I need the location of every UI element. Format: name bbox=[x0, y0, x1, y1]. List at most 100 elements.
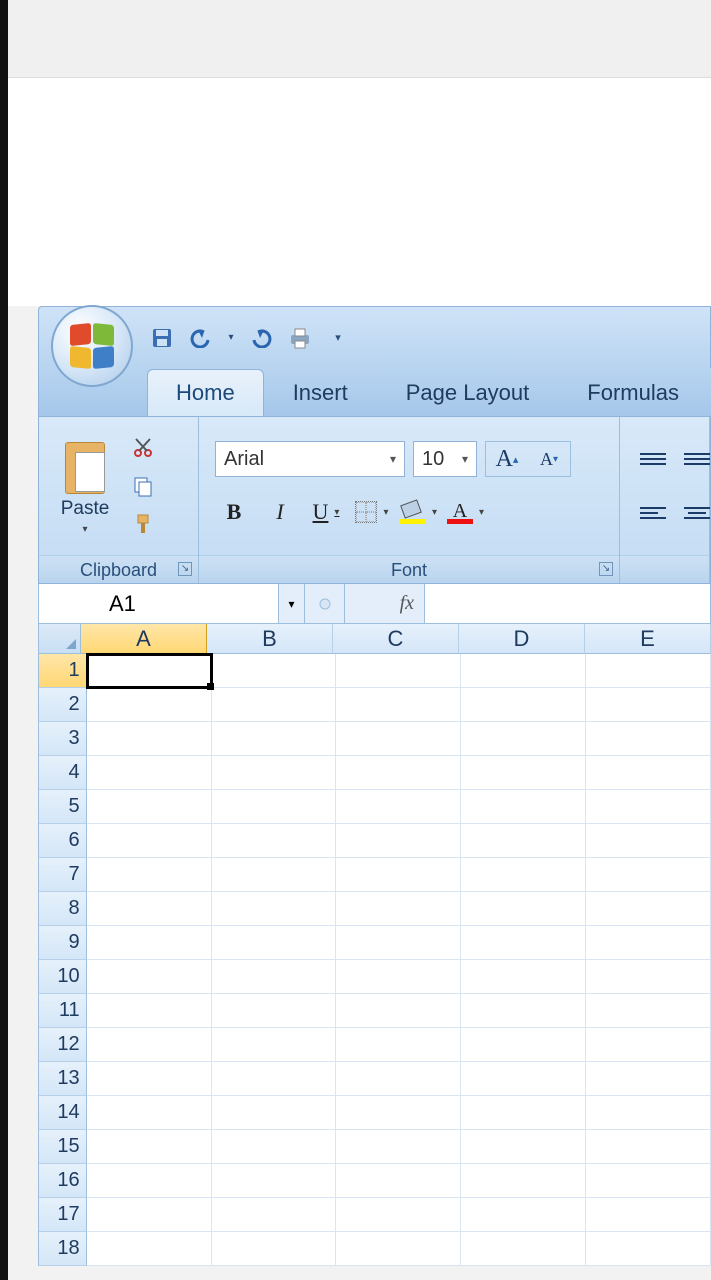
cell-A10[interactable] bbox=[87, 960, 212, 994]
redo-button[interactable] bbox=[249, 325, 275, 351]
cell-C7[interactable] bbox=[336, 858, 461, 892]
cell-B16[interactable] bbox=[212, 1164, 337, 1198]
cell-E5[interactable] bbox=[586, 790, 711, 824]
select-all-button[interactable] bbox=[39, 624, 81, 654]
cell-A3[interactable] bbox=[87, 722, 212, 756]
cell-A2[interactable] bbox=[87, 688, 212, 722]
row-header-9[interactable]: 9 bbox=[39, 926, 87, 960]
name-box[interactable]: A1 bbox=[39, 584, 279, 623]
cell-E18[interactable] bbox=[586, 1232, 711, 1266]
name-box-dropdown[interactable]: ▾ bbox=[279, 584, 305, 623]
cell-D11[interactable] bbox=[461, 994, 586, 1028]
cell-D10[interactable] bbox=[461, 960, 586, 994]
paste-button[interactable]: Paste ▾ bbox=[49, 438, 121, 535]
cell-A14[interactable] bbox=[87, 1096, 212, 1130]
fill-color-button[interactable] bbox=[399, 493, 438, 531]
cell-E11[interactable] bbox=[586, 994, 711, 1028]
cell-B15[interactable] bbox=[212, 1130, 337, 1164]
cell-C14[interactable] bbox=[336, 1096, 461, 1130]
cell-C16[interactable] bbox=[336, 1164, 461, 1198]
cell-B18[interactable] bbox=[212, 1232, 337, 1266]
cell-A18[interactable] bbox=[87, 1232, 212, 1266]
row-header-13[interactable]: 13 bbox=[39, 1062, 87, 1096]
clipboard-dialog-launcher[interactable]: ↘ bbox=[178, 562, 192, 576]
cell-E1[interactable] bbox=[586, 654, 711, 688]
cell-D8[interactable] bbox=[461, 892, 586, 926]
cell-E7[interactable] bbox=[586, 858, 711, 892]
row-header-16[interactable]: 16 bbox=[39, 1164, 87, 1198]
cell-B17[interactable] bbox=[212, 1198, 337, 1232]
cell-E15[interactable] bbox=[586, 1130, 711, 1164]
cell-C4[interactable] bbox=[336, 756, 461, 790]
cell-A7[interactable] bbox=[87, 858, 212, 892]
cell-C1[interactable] bbox=[336, 654, 461, 688]
cell-B6[interactable] bbox=[212, 824, 337, 858]
cell-B1[interactable] bbox=[212, 654, 337, 688]
font-color-button[interactable]: A bbox=[446, 493, 485, 531]
cell-A4[interactable] bbox=[87, 756, 212, 790]
row-header-5[interactable]: 5 bbox=[39, 790, 87, 824]
cell-D17[interactable] bbox=[461, 1198, 586, 1232]
column-header-C[interactable]: C bbox=[333, 624, 459, 654]
cell-D14[interactable] bbox=[461, 1096, 586, 1130]
cell-B5[interactable] bbox=[212, 790, 337, 824]
undo-button[interactable] bbox=[187, 325, 213, 351]
cell-E13[interactable] bbox=[586, 1062, 711, 1096]
cell-E9[interactable] bbox=[586, 926, 711, 960]
tab-insert[interactable]: Insert bbox=[264, 369, 377, 416]
customize-qat-button[interactable]: ▾ bbox=[325, 325, 351, 351]
cell-D13[interactable] bbox=[461, 1062, 586, 1096]
office-button[interactable] bbox=[51, 305, 133, 387]
cell-C8[interactable] bbox=[336, 892, 461, 926]
expand-formula-bar-button[interactable] bbox=[305, 584, 345, 623]
cell-B11[interactable] bbox=[212, 994, 337, 1028]
cell-D3[interactable] bbox=[461, 722, 586, 756]
cell-C12[interactable] bbox=[336, 1028, 461, 1062]
row-header-14[interactable]: 14 bbox=[39, 1096, 87, 1130]
borders-button[interactable] bbox=[353, 493, 391, 531]
cell-D2[interactable] bbox=[461, 688, 586, 722]
row-header-3[interactable]: 3 bbox=[39, 722, 87, 756]
align-center-button[interactable] bbox=[678, 494, 711, 532]
row-header-10[interactable]: 10 bbox=[39, 960, 87, 994]
cell-D5[interactable] bbox=[461, 790, 586, 824]
font-size-combo[interactable]: 10 ▾ bbox=[413, 441, 477, 477]
cell-E8[interactable] bbox=[586, 892, 711, 926]
cell-A6[interactable] bbox=[87, 824, 212, 858]
cell-E16[interactable] bbox=[586, 1164, 711, 1198]
cell-C15[interactable] bbox=[336, 1130, 461, 1164]
cell-E3[interactable] bbox=[586, 722, 711, 756]
cell-D16[interactable] bbox=[461, 1164, 586, 1198]
top-align-button[interactable] bbox=[634, 440, 672, 478]
cell-B14[interactable] bbox=[212, 1096, 337, 1130]
cell-E2[interactable] bbox=[586, 688, 711, 722]
row-header-2[interactable]: 2 bbox=[39, 688, 87, 722]
cell-E17[interactable] bbox=[586, 1198, 711, 1232]
cell-A9[interactable] bbox=[87, 926, 212, 960]
cell-A1[interactable] bbox=[87, 654, 212, 688]
align-left-button[interactable] bbox=[634, 494, 672, 532]
row-header-12[interactable]: 12 bbox=[39, 1028, 87, 1062]
font-name-combo[interactable]: Arial ▾ bbox=[215, 441, 405, 477]
column-header-A[interactable]: A bbox=[81, 624, 207, 654]
quick-print-button[interactable] bbox=[287, 325, 313, 351]
cell-E10[interactable] bbox=[586, 960, 711, 994]
shrink-font-button[interactable]: A▾ bbox=[528, 442, 570, 476]
cell-B8[interactable] bbox=[212, 892, 337, 926]
cell-B13[interactable] bbox=[212, 1062, 337, 1096]
underline-button[interactable]: U bbox=[307, 493, 345, 531]
copy-button[interactable] bbox=[129, 472, 157, 500]
cell-B10[interactable] bbox=[212, 960, 337, 994]
cell-A16[interactable] bbox=[87, 1164, 212, 1198]
cell-C18[interactable] bbox=[336, 1232, 461, 1266]
cell-C17[interactable] bbox=[336, 1198, 461, 1232]
cell-E14[interactable] bbox=[586, 1096, 711, 1130]
cut-button[interactable] bbox=[129, 434, 157, 462]
cell-D12[interactable] bbox=[461, 1028, 586, 1062]
cell-D18[interactable] bbox=[461, 1232, 586, 1266]
cell-D4[interactable] bbox=[461, 756, 586, 790]
cell-A5[interactable] bbox=[87, 790, 212, 824]
font-dialog-launcher[interactable]: ↘ bbox=[599, 562, 613, 576]
cell-B12[interactable] bbox=[212, 1028, 337, 1062]
row-header-15[interactable]: 15 bbox=[39, 1130, 87, 1164]
